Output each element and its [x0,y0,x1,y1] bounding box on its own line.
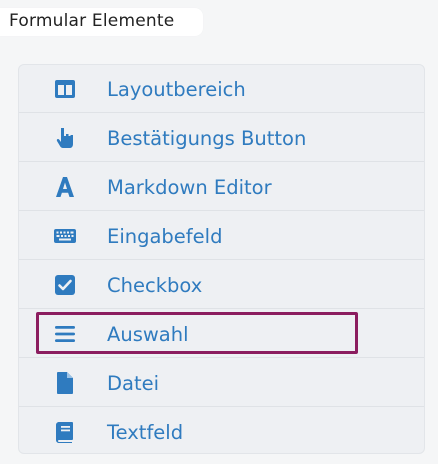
list-lines-icon [53,322,77,346]
list-item-label: Auswahl [107,323,189,346]
list-item-datei[interactable]: Datei [19,359,424,407]
list-item-bestaetigungs-button[interactable]: Bestätigungs Button [19,114,424,162]
section-title: Formular Elemente [9,11,175,31]
list-item-eingabefeld[interactable]: Eingabefeld [19,212,424,260]
list-item-label: Markdown Editor [107,176,272,199]
list-item-checkbox[interactable]: Checkbox [19,261,424,309]
list-item-label: Bestätigungs Button [107,127,307,150]
list-item-auswahl[interactable]: Auswahl [19,310,424,358]
list-item-label: Eingabefeld [107,225,223,248]
list-item-label: Checkbox [107,274,203,297]
list-item-label: Datei [107,372,160,395]
form-elements-panel: Formular Elemente Layoutbereich Bestätig… [0,0,438,464]
list-item-layoutbereich[interactable]: Layoutbereich [19,65,424,113]
list-item-textfeld[interactable]: Textfeld [19,408,424,456]
keyboard-icon [53,224,77,248]
list-item-markdown-editor[interactable]: Markdown Editor [19,163,424,211]
letter-a-icon [53,175,77,199]
list-item-label: Textfeld [107,421,184,444]
form-elements-list: Layoutbereich Bestätigungs Button Markdo… [18,64,425,454]
layout-columns-icon [53,77,77,101]
list-item-label: Layoutbereich [107,78,246,101]
pointer-hand-icon [53,126,77,150]
file-icon [53,371,77,395]
book-icon [53,420,77,444]
checkbox-icon [53,273,77,297]
